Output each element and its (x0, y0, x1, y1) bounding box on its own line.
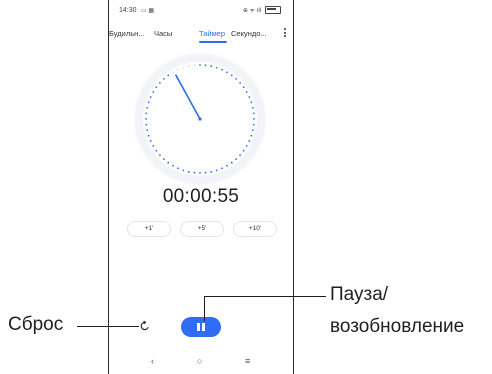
dial-tick (152, 91, 155, 93)
more-vertical-icon[interactable] (283, 28, 287, 38)
status-time: 14:30 (119, 7, 137, 14)
dial-tick (162, 77, 165, 80)
nav-recents-button[interactable]: ≡ (245, 356, 250, 366)
phone-screen: 14:30 ▭ ▦ ⊕ ᯤ ıll Будильн... Часы Таймер… (108, 0, 294, 374)
add-5-min-button[interactable]: +5' (180, 221, 224, 237)
dial-tick (155, 149, 158, 152)
add-1-min-button[interactable]: +1' (127, 221, 171, 237)
dial-tick (182, 169, 185, 172)
tab-timer[interactable]: Таймер (199, 29, 225, 38)
dial-tick (199, 64, 201, 66)
dial-tick (147, 134, 150, 137)
timer-display: 00:00:55 (162, 186, 240, 207)
dial-tick (155, 86, 158, 89)
dial-tick (187, 170, 190, 173)
tab-bar: Будильн... Часы Таймер Секундо... (109, 26, 293, 43)
dial-tick (204, 64, 207, 67)
reset-icon[interactable] (139, 320, 151, 332)
dial-tick (239, 154, 242, 157)
tab-clock[interactable]: Часы (154, 29, 172, 38)
dial-tick (221, 167, 223, 170)
dial-tick (152, 145, 155, 147)
dial-tick (172, 164, 174, 167)
dial-tick (252, 123, 255, 126)
dial-tick (215, 169, 218, 172)
dial-tick (239, 81, 242, 84)
dial-tick (149, 96, 152, 98)
dial-tick (235, 158, 238, 161)
dial-tick (162, 158, 165, 161)
dial-tick (158, 154, 161, 157)
dial-tick (248, 140, 251, 142)
dial-tick (230, 74, 233, 77)
dial-tick (226, 71, 228, 74)
dial-tick (146, 106, 149, 109)
dial-tick (182, 66, 185, 69)
pause-callout-label-1: Пауза/ (330, 284, 389, 305)
status-icons: ⊕ ᯤ ıll (243, 6, 281, 14)
dial-tick (146, 129, 149, 132)
dial-tick (251, 106, 254, 109)
dial-tick (193, 171, 196, 174)
dial-tick (245, 91, 248, 93)
dial-hand (175, 74, 201, 120)
tab-alarm[interactable]: Будильн... (109, 29, 145, 38)
dial-tick (250, 101, 253, 104)
dial-tick (226, 164, 228, 167)
dial-tick (210, 170, 213, 173)
pause-callout-vline (204, 296, 206, 321)
notification-icons: ▭ ▦ (141, 8, 155, 14)
nav-back-button[interactable]: ‹ (151, 356, 154, 366)
tab-active-indicator (199, 41, 227, 43)
dial-tick (193, 64, 196, 67)
dial-tick (177, 68, 179, 71)
dial-tick (145, 123, 148, 126)
dial-tick (167, 74, 170, 77)
add-10-min-button[interactable]: +10' (233, 221, 277, 237)
dial-tick (199, 172, 201, 174)
dial-tick (235, 77, 238, 80)
dial-tick (172, 71, 174, 74)
dial-tick (248, 96, 251, 98)
timer-dial (135, 54, 265, 184)
dial-tick (177, 167, 179, 170)
dial-tick (250, 134, 253, 137)
reset-callout-line (77, 326, 139, 328)
dial-tick (145, 112, 148, 115)
dial-ticks (145, 64, 255, 174)
dial-tick (221, 68, 223, 71)
dial-tick (252, 112, 255, 115)
pause-callout-label-2: возобновление (330, 316, 465, 337)
tab-stopwatch[interactable]: Секундо... (231, 29, 267, 38)
status-bar: 14:30 ▭ ▦ ⊕ ᯤ ıll (109, 5, 293, 17)
battery-icon (265, 6, 281, 14)
dial-tick (147, 101, 150, 104)
dial-tick (149, 140, 152, 142)
dial-tick (242, 149, 245, 152)
dial-tick (167, 161, 170, 164)
dial-tick (145, 118, 147, 120)
system-nav-bar: ‹ ○ ≡ (109, 356, 293, 370)
dial-tick (187, 65, 190, 68)
dial-hub (198, 117, 202, 121)
dial-tick (215, 66, 218, 69)
pause-resume-button[interactable] (181, 317, 221, 337)
pause-callout-hline (204, 296, 326, 298)
dial-tick (245, 145, 248, 147)
signal-icons: ⊕ ᯤ ıll (242, 8, 261, 14)
pause-icon (197, 323, 200, 331)
reset-callout-label: Сброс (8, 314, 64, 335)
dial-tick (242, 86, 245, 89)
dial-tick (158, 81, 161, 84)
dial-tick (253, 118, 255, 120)
dial-tick (204, 171, 207, 174)
dial-tick (230, 161, 233, 164)
nav-home-button[interactable]: ○ (197, 356, 202, 366)
dial-tick (251, 129, 254, 132)
dial-tick (210, 65, 213, 68)
